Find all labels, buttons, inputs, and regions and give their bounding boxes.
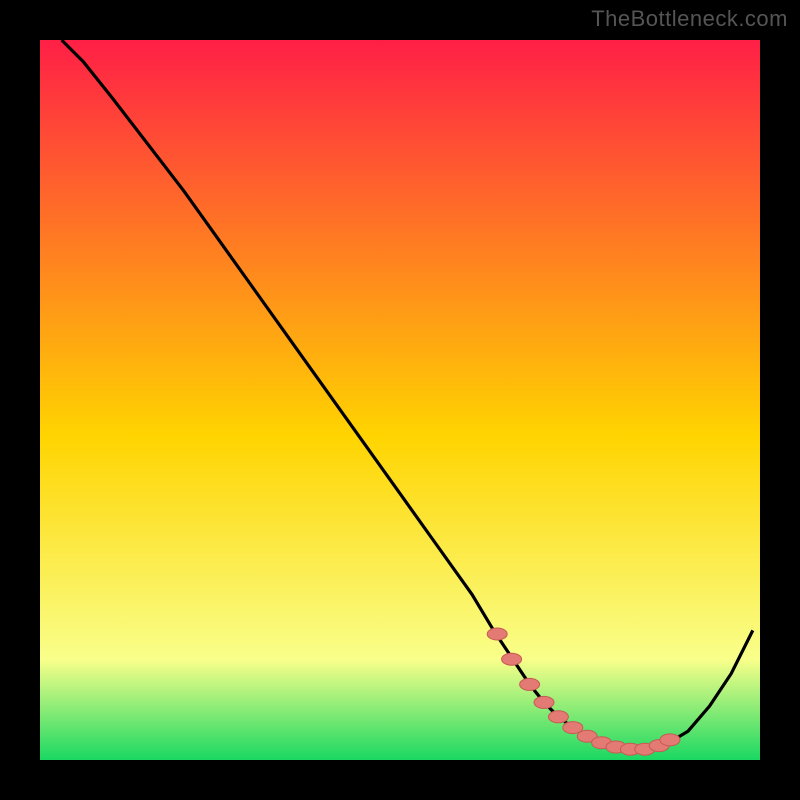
marker-point	[520, 678, 540, 690]
chart-container: TheBottleneck.com	[0, 0, 800, 800]
plot-background	[40, 40, 760, 760]
plot-svg	[40, 40, 760, 760]
marker-point	[660, 734, 680, 746]
marker-point	[487, 628, 507, 640]
marker-point	[548, 711, 568, 723]
marker-point	[534, 696, 554, 708]
marker-point	[502, 653, 522, 665]
plot-frame	[40, 40, 760, 760]
watermark-text: TheBottleneck.com	[591, 6, 788, 32]
